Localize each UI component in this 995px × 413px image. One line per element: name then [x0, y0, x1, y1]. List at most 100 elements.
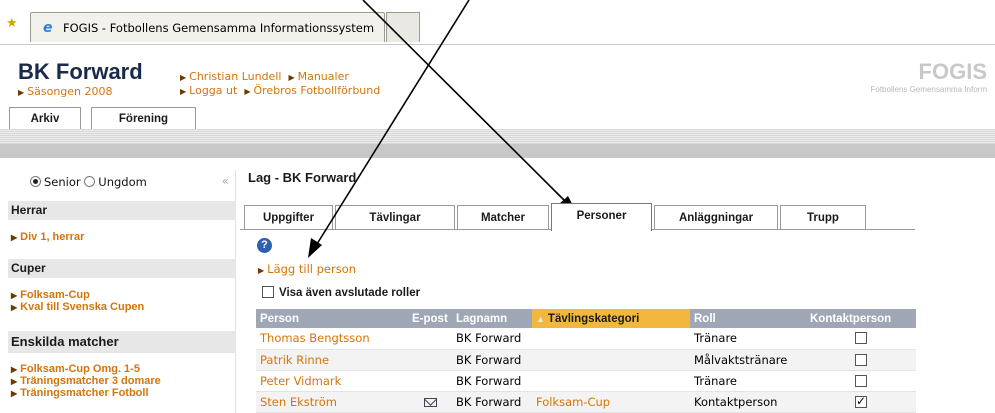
section-cuper: Cuper [8, 259, 236, 278]
sidebar-link[interactable]: ▶ Div 1, herrar [11, 231, 84, 243]
site-header: BK Forward ▶ Säsongen 2008 ▶ Christian Lun… [0, 44, 995, 145]
role-cell: Målvaktstränare [690, 349, 806, 371]
team-cell: BK Forward [452, 328, 532, 350]
arrow-icon: ▶ [11, 233, 18, 242]
gray-band [0, 144, 995, 158]
table-row: Thomas Bengtsson BK Forward Tränare [256, 328, 916, 350]
collapse-icon[interactable]: « [222, 174, 229, 188]
browser-tab-title: FOGIS - Fotbollens Gemensamma Informatio… [63, 21, 375, 35]
arrow-icon: ▶ [11, 291, 18, 300]
sidebar-link[interactable]: ▶ Folksam-Cup Omg. 1-5 [11, 363, 140, 375]
manuals-link[interactable]: ▶ Manualer [288, 70, 348, 83]
header-links: ▶ Christian Lundell ▶ Manualer ▶ Logga ut ▶… [180, 70, 380, 98]
role-cell: Tränare [690, 328, 806, 350]
email-cell [408, 349, 452, 371]
district-link[interactable]: ▶ Örebros Fotbollförbund [244, 84, 380, 97]
table-row: Sten Ekström BK Forward Folksam-Cup Kont… [256, 391, 916, 413]
person-name[interactable]: Sten Ekström [256, 391, 408, 413]
contact-checkbox[interactable] [855, 332, 867, 345]
col-email[interactable]: E-post [408, 309, 452, 328]
sidebar-link[interactable]: ▶ Folksam-Cup [11, 289, 90, 301]
col-role[interactable]: Roll [690, 309, 806, 328]
table-row: Patrik Rinne BK Forward Målvaktstränare [256, 349, 916, 371]
arrow-icon: ▶ [258, 266, 265, 275]
team-cell: BK Forward [452, 391, 532, 413]
sidebar-link[interactable]: ▶ Träningsmatcher Fotboll [11, 387, 149, 399]
radio-checked-icon[interactable] [30, 176, 41, 187]
sidebar: Senior Ungdom « Herrar ▶ Div 1, herrar Cu… [8, 170, 236, 413]
team-cell: BK Forward [452, 349, 532, 371]
favorites-star-icon[interactable]: ★ [6, 17, 20, 31]
menu-arkiv[interactable]: Arkiv [9, 107, 81, 129]
browser-tab[interactable]: e FOGIS - Fotbollens Gemensamma Informat… [30, 12, 385, 42]
email-cell [408, 391, 452, 413]
email-cell [408, 370, 452, 392]
col-contact[interactable]: Kontaktperson [806, 309, 916, 328]
show-roles-checkbox[interactable] [262, 286, 274, 298]
section-herrar: Herrar [8, 201, 236, 220]
person-name[interactable]: Peter Vidmark [256, 370, 408, 392]
tab-trupp[interactable]: Trupp [780, 205, 866, 229]
contact-checkbox[interactable] [855, 353, 867, 366]
contact-cell [806, 328, 916, 350]
fogis-logo-subtitle: Fotbollens Gemensamma Inform [870, 85, 988, 94]
sort-asc-icon: ▲ [536, 313, 545, 324]
club-name: BK Forward [18, 59, 143, 84]
header-stripe [0, 129, 995, 145]
ie-logo-icon: e [43, 20, 53, 36]
tab-personer[interactable]: Personer [551, 203, 652, 231]
user-link[interactable]: ▶ Christian Lundell [180, 70, 281, 83]
fogis-logo: FOGIS [918, 59, 987, 84]
radio-ungdom[interactable]: Ungdom [84, 175, 147, 189]
browser-tabstrip: ★ e FOGIS - Fotbollens Gemensamma Inform… [0, 0, 995, 44]
role-cell: Kontaktperson [690, 391, 806, 413]
logout-link[interactable]: ▶ Logga ut [180, 84, 237, 97]
category-cell [532, 328, 690, 350]
radio-senior[interactable]: Senior [30, 175, 81, 189]
category-cell [532, 349, 690, 371]
section-enskilda-matcher: Enskilda matcher [8, 331, 236, 353]
persons-table: Person E-post Lagnamn ▲ Tävlingskategori … [256, 309, 916, 413]
contact-checkbox-checked[interactable] [855, 394, 867, 408]
col-category[interactable]: ▲ Tävlingskategori [532, 309, 690, 328]
person-name[interactable]: Patrik Rinne [256, 349, 408, 371]
table-header-row: Person E-post Lagnamn ▲ Tävlingskategori … [256, 309, 916, 328]
tab-tavlingar[interactable]: Tävlingar [335, 205, 455, 229]
arrow-icon: ▶ [18, 88, 25, 97]
age-group-radios: Senior Ungdom [30, 175, 147, 189]
sidebar-link[interactable]: ▶ Träningsmatcher 3 domare [11, 375, 161, 387]
arrow-icon: ▶ [11, 377, 18, 386]
contact-cell [806, 391, 916, 413]
arrow-icon: ▶ [11, 303, 18, 312]
arrow-icon: ▶ [11, 389, 18, 398]
season-link[interactable]: ▶ Säsongen 2008 [18, 85, 113, 98]
contact-cell [806, 370, 916, 392]
menu-forening[interactable]: Förening [91, 107, 196, 129]
person-name[interactable]: Thomas Bengtsson [256, 328, 408, 350]
new-browser-tab[interactable] [386, 12, 420, 42]
add-person-link[interactable]: ▶ Lägg till person [258, 262, 356, 276]
sidebar-link[interactable]: ▶ Kval till Svenska Cupen [11, 301, 144, 313]
show-ended-roles[interactable]: Visa även avslutade roller [262, 286, 420, 299]
arrow-icon: ▶ [244, 87, 251, 96]
category-cell[interactable]: Folksam-Cup [532, 391, 690, 413]
team-cell: BK Forward [452, 370, 532, 392]
email-cell [408, 328, 452, 350]
tab-matcher[interactable]: Matcher [457, 205, 549, 229]
help-icon[interactable]: ? [257, 238, 272, 253]
mail-icon[interactable] [423, 397, 437, 407]
arrow-icon: ▶ [180, 87, 187, 96]
page-title: Lag - BK Forward [248, 170, 357, 185]
contact-cell [806, 349, 916, 371]
tab-anlaggningar[interactable]: Anläggningar [654, 205, 778, 229]
arrow-icon: ▶ [180, 73, 187, 82]
tab-uppgifter[interactable]: Uppgifter [244, 205, 333, 229]
radio-unchecked-icon[interactable] [84, 176, 96, 187]
col-person[interactable]: Person [256, 309, 408, 328]
arrow-icon: ▶ [288, 73, 295, 82]
col-team[interactable]: Lagnamn [452, 309, 532, 328]
arrow-icon: ▶ [11, 365, 18, 374]
role-cell: Tränare [690, 370, 806, 392]
table-row: Peter Vidmark BK Forward Tränare [256, 370, 916, 392]
contact-checkbox[interactable] [855, 374, 867, 387]
